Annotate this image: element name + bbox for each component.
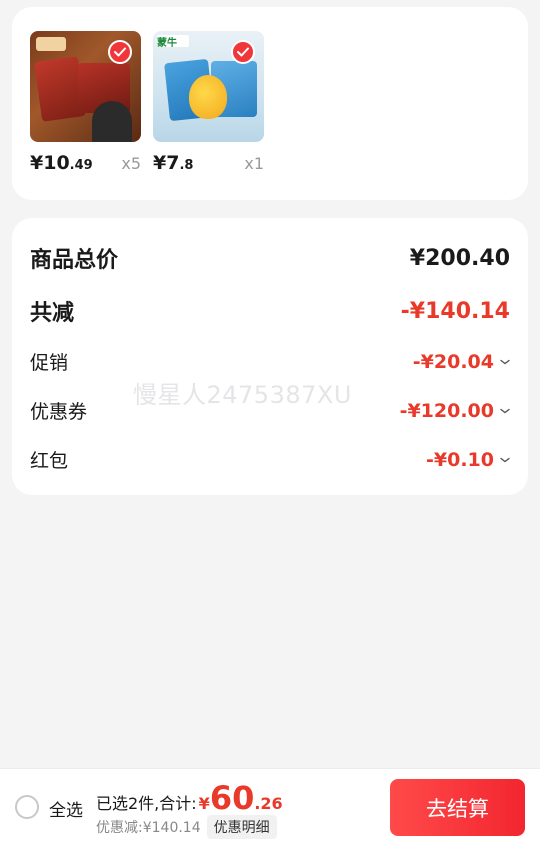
chevron-down-icon[interactable] <box>500 357 510 367</box>
coupon-label: 优惠券 <box>30 401 88 423</box>
price-summary-card: 商品总价 ¥200.40 共减 -¥140.14 促销 -¥20.04 优惠券 … <box>12 218 528 495</box>
product-thumbnail[interactable]: 蒙牛 <box>153 31 264 142</box>
checked-icon[interactable] <box>231 40 255 64</box>
endorser-graphic <box>92 101 132 142</box>
chevron-down-icon[interactable] <box>500 406 510 416</box>
product-item[interactable]: 蒙牛 ¥7.8 x1 <box>153 31 264 176</box>
product-thumbnail[interactable] <box>30 31 141 142</box>
discount-text: 优惠减:¥140.14 <box>96 820 201 836</box>
product-quantity: x1 <box>244 154 264 173</box>
select-all-label[interactable]: 全选 <box>49 796 83 821</box>
total-reduction-value: -¥140.14 <box>400 298 510 324</box>
total-amount-integer: 60 <box>209 779 255 817</box>
coupon-value: -¥120.00 <box>400 400 510 422</box>
promotion-label: 促销 <box>30 352 69 374</box>
brand-logo <box>36 37 66 51</box>
select-all-radio[interactable] <box>15 795 39 819</box>
total-price-label: 商品总价 <box>30 248 119 273</box>
selected-total-line: 已选2件,合计: ¥ 60 .26 <box>96 779 283 817</box>
discount-line: 优惠减:¥140.14 优惠明细 <box>96 815 277 839</box>
total-price-value: ¥200.40 <box>409 245 510 271</box>
selected-products-card: ¥10.49 x5 蒙牛 ¥7.8 x1 <box>12 7 528 200</box>
product-item[interactable]: ¥10.49 x5 <box>30 31 141 176</box>
watermark-text: 慢星人2475387XU <box>133 381 352 409</box>
promotion-row[interactable]: 促销 -¥20.04 <box>30 348 510 375</box>
product-price: ¥7.8 <box>153 152 194 174</box>
product-price: ¥10.49 <box>30 152 93 174</box>
brand-label: 蒙牛 <box>157 38 177 49</box>
total-currency: ¥ <box>198 794 210 813</box>
total-reduction-label: 共减 <box>30 301 75 326</box>
total-price-row: 商品总价 ¥200.40 <box>30 242 510 274</box>
chevron-down-icon[interactable] <box>500 455 510 465</box>
selected-count-text: 已选2件,合计: <box>96 794 197 813</box>
red-packet-row[interactable]: 红包 -¥0.10 <box>30 446 510 473</box>
checked-icon[interactable] <box>108 40 132 64</box>
checkout-bar: 全选 已选2件,合计: ¥ 60 .26 优惠减:¥140.14 优惠明细 去结… <box>0 768 540 844</box>
red-packet-value: -¥0.10 <box>426 449 510 471</box>
red-packet-label: 红包 <box>30 450 69 472</box>
discount-detail-button[interactable]: 优惠明细 <box>206 815 277 839</box>
mango-graphic <box>189 75 227 119</box>
total-amount-decimal: .26 <box>254 794 283 813</box>
checkout-button[interactable]: 去结算 <box>390 779 525 836</box>
promotion-value: -¥20.04 <box>413 351 510 373</box>
total-reduction-row: 共减 -¥140.14 <box>30 295 510 327</box>
product-quantity: x5 <box>121 154 141 173</box>
